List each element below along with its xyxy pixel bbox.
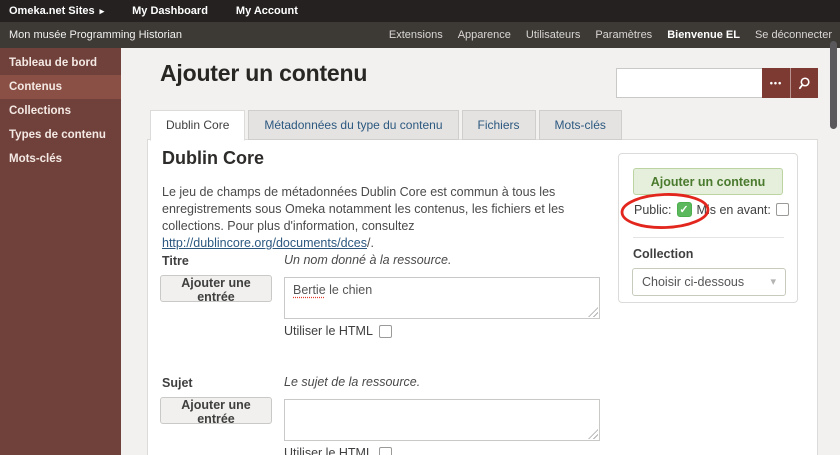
field-label-titre: Titre bbox=[162, 254, 189, 268]
section-heading: Dublin Core bbox=[162, 148, 264, 168]
chevron-right-icon: ▸ bbox=[99, 5, 105, 16]
welcome-user-link[interactable]: Bienvenue EL bbox=[667, 29, 740, 41]
search-submit-button[interactable] bbox=[790, 68, 818, 98]
divider bbox=[633, 237, 784, 238]
section-description: Le jeu de champs de métadonnées Dublin C… bbox=[162, 184, 614, 252]
nav-utilisateurs[interactable]: Utilisateurs bbox=[526, 29, 580, 41]
topbar-my-account[interactable]: My Account bbox=[236, 5, 298, 17]
tab-dublin-core[interactable]: Dublin Core bbox=[150, 110, 246, 141]
sidebar-item-contenus[interactable]: Contenus bbox=[0, 75, 121, 99]
collection-select[interactable]: Choisir ci-dessous ▾ bbox=[632, 268, 786, 296]
site-title[interactable]: Mon musée Programming Historian bbox=[9, 29, 182, 41]
use-html-checkbox-titre[interactable] bbox=[378, 324, 392, 338]
tab-fichiers[interactable]: Fichiers bbox=[461, 110, 536, 140]
check-icon: ✓ bbox=[679, 204, 689, 216]
description-suffix: /. bbox=[366, 236, 374, 250]
content-tabs: Dublin Core Métadonnées du type du conte… bbox=[150, 110, 622, 141]
search-input[interactable] bbox=[616, 68, 762, 98]
sidebar-item-tableau-de-bord[interactable]: Tableau de bord bbox=[0, 51, 121, 75]
tab-mots-cles[interactable]: Mots-clés bbox=[538, 110, 622, 140]
titre-textarea[interactable]: Bertie le chien bbox=[284, 277, 600, 319]
titre-value-misspelled: Bertie bbox=[293, 283, 326, 297]
html-toggle-row-titre: Utiliser le HTML bbox=[284, 324, 392, 338]
search-bar: ••• bbox=[616, 68, 818, 98]
topbar-my-dashboard[interactable]: My Dashboard bbox=[132, 5, 208, 17]
nav-parametres[interactable]: Paramètres bbox=[595, 29, 652, 41]
sidebar-item-types-de-contenu[interactable]: Types de contenu bbox=[0, 123, 121, 147]
public-label: Public: bbox=[634, 202, 672, 217]
topbar-omeka-sites[interactable]: Omeka.net Sites ▸ bbox=[9, 5, 104, 17]
dublin-core-panel: Dublin Core Le jeu de champs de métadonn… bbox=[147, 139, 818, 455]
search-options-button[interactable]: ••• bbox=[762, 68, 790, 98]
collection-selected-value: Choisir ci-dessous bbox=[642, 275, 745, 289]
collection-label: Collection bbox=[633, 247, 694, 261]
admin-bar-links: Extensions Apparence Utilisateurs Paramè… bbox=[389, 29, 832, 41]
topbar-omeka-sites-label: Omeka.net Sites bbox=[9, 5, 95, 17]
field-label-sujet: Sujet bbox=[162, 376, 193, 390]
search-icon bbox=[797, 76, 812, 91]
topbar-my-account-label: My Account bbox=[235, 5, 298, 17]
html-toggle-row-sujet: Utiliser le HTML bbox=[284, 446, 392, 455]
nav-extensions[interactable]: Extensions bbox=[389, 29, 443, 41]
use-html-checkbox-sujet[interactable] bbox=[378, 446, 392, 455]
main-content: Ajouter un contenu ••• Dublin Core Métad… bbox=[121, 48, 840, 455]
field-hint-sujet: Le sujet de la ressource. bbox=[284, 375, 421, 389]
page-title: Ajouter un contenu bbox=[160, 60, 368, 86]
resize-handle-icon[interactable] bbox=[588, 307, 598, 317]
nav-apparence[interactable]: Apparence bbox=[458, 29, 511, 41]
logout-link[interactable]: Se déconnecter bbox=[755, 29, 832, 41]
public-checkbox[interactable]: ✓ bbox=[676, 202, 692, 217]
description-text: Le jeu de champs de métadonnées Dublin C… bbox=[162, 185, 565, 233]
tab-metadonnees-type[interactable]: Métadonnées du type du contenu bbox=[248, 110, 459, 140]
resize-handle-icon[interactable] bbox=[588, 429, 598, 439]
titre-value-rest: le chien bbox=[325, 283, 373, 297]
field-hint-titre: Un nom donné à la ressource. bbox=[284, 253, 452, 267]
featured-label: Mis en avant: bbox=[696, 202, 771, 217]
dublincore-link[interactable]: http://dublincore.org/documents/dces bbox=[162, 236, 367, 250]
omeka-admin-screen: Omeka.net Sites ▸ My Dashboard My Accoun… bbox=[0, 0, 840, 455]
sidebar-item-mots-cles[interactable]: Mots-clés bbox=[0, 147, 121, 171]
sujet-textarea[interactable] bbox=[284, 399, 600, 441]
scrollbar-thumb[interactable] bbox=[830, 41, 837, 129]
flags-row: Public: ✓ Mis en avant: bbox=[634, 202, 789, 217]
sidebar-nav: Tableau de bord Contenus Collections Typ… bbox=[0, 48, 121, 455]
chevron-down-icon: ▾ bbox=[770, 276, 776, 288]
use-html-label-sujet: Utiliser le HTML bbox=[284, 446, 373, 455]
ellipsis-icon: ••• bbox=[769, 78, 783, 88]
featured-checkbox[interactable] bbox=[775, 203, 789, 216]
top-bar: Omeka.net Sites ▸ My Dashboard My Accoun… bbox=[0, 0, 840, 22]
topbar-my-dashboard-label: My Dashboard bbox=[132, 5, 208, 17]
admin-bar: Mon musée Programming Historian Extensio… bbox=[0, 22, 840, 48]
sidebar-item-collections[interactable]: Collections bbox=[0, 99, 121, 123]
save-panel: Ajouter un contenu Public: ✓ Mis en avan… bbox=[618, 153, 798, 303]
add-item-submit-button[interactable]: Ajouter un contenu bbox=[633, 168, 783, 195]
add-entry-button-sujet[interactable]: Ajouter une entrée bbox=[160, 397, 272, 426]
use-html-label-titre: Utiliser le HTML bbox=[284, 324, 373, 338]
add-entry-button-titre[interactable]: Ajouter une entrée bbox=[160, 275, 272, 304]
